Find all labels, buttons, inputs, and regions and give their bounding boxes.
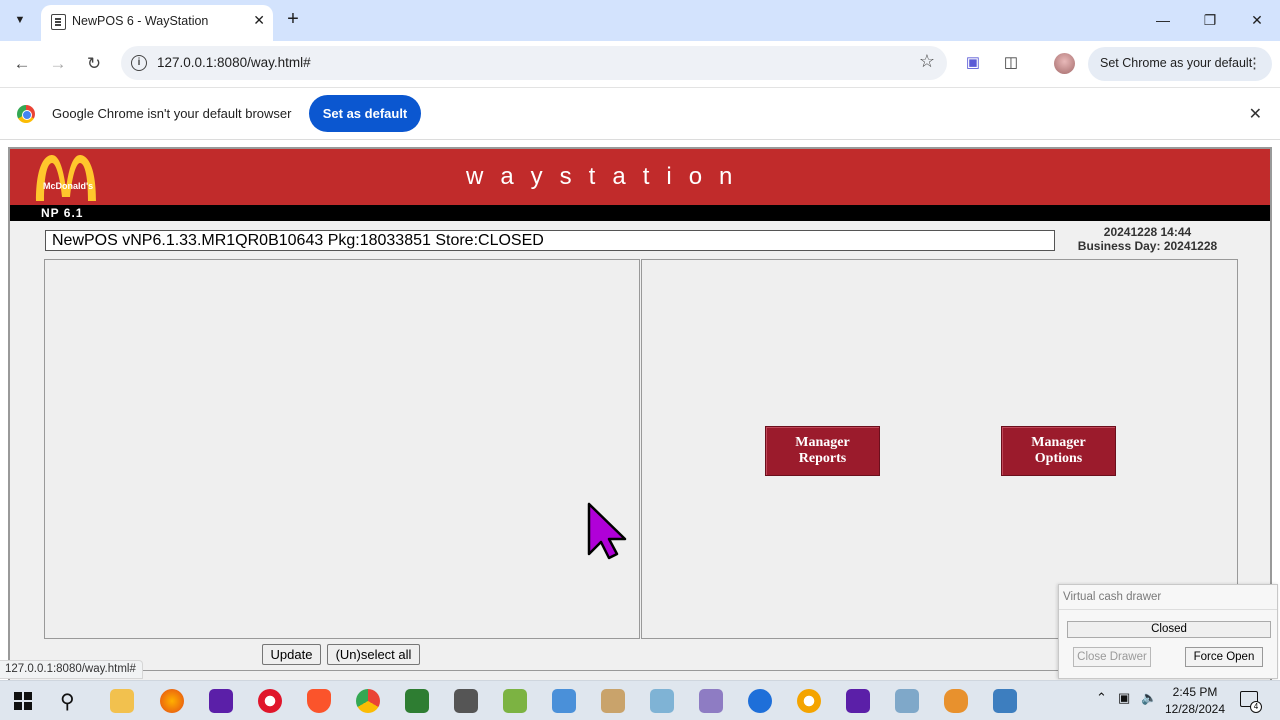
url-text[interactable]: 127.0.0.1:8080/way.html# (157, 55, 311, 70)
notification-badge: 4 (1250, 701, 1262, 713)
update-button[interactable]: Update (262, 644, 321, 665)
page-favicon-icon (51, 14, 66, 30)
windows-start-icon[interactable] (14, 692, 32, 710)
chrome-taskbar-icon[interactable] (356, 689, 380, 713)
profile-avatar[interactable] (1054, 53, 1075, 74)
set-chrome-default-label: Set Chrome as your default (1100, 56, 1253, 70)
infobar-message: Google Chrome isn't your default browser (52, 106, 292, 121)
link-status-url: 127.0.0.1:8080/way.html# (0, 660, 143, 679)
brave-icon[interactable] (307, 689, 331, 713)
close-drawer-button[interactable]: Close Drawer (1073, 647, 1151, 667)
window-app-icon[interactable] (993, 689, 1017, 713)
onenote-second-icon[interactable] (846, 689, 870, 713)
volume-icon[interactable]: 🔈 (1141, 690, 1157, 706)
banner-title: waystation (466, 163, 750, 190)
status-line-text: NewPOS vNP6.1.33.MR1QR0B10643 Pkg:180338… (52, 232, 544, 249)
extension-icon[interactable]: ▣ (963, 53, 983, 73)
tab-search-button[interactable]: ▼ (6, 7, 34, 33)
virtual-cash-drawer-window: Virtual cash drawer Closed Close Drawer … (1058, 584, 1278, 679)
menu-kebab-icon[interactable]: ⋮ (1247, 54, 1262, 72)
site-info-icon[interactable]: i (131, 55, 147, 71)
business-day: Business Day: 20241228 (1077, 239, 1218, 253)
windows-taskbar: ⚲ ⌃ ▣ 🔈 2:45 PM 12/28/2024 4 (0, 680, 1280, 720)
status-line-box: NewPOS vNP6.1.33.MR1QR0B10643 Pkg:180338… (45, 230, 1055, 251)
unselect-all-button[interactable]: (Un)select all (327, 644, 420, 665)
tray-chevron-up-icon[interactable]: ⌃ (1096, 690, 1107, 706)
search-icon[interactable]: ⚲ (60, 689, 84, 713)
taskbar-clock[interactable]: 2:45 PM 12/28/2024 (1160, 684, 1230, 718)
chrome-logo-icon (17, 105, 35, 123)
forward-arrow-icon[interactable]: → (45, 51, 71, 77)
file-explorer-icon[interactable] (110, 689, 134, 713)
opera-icon[interactable] (258, 689, 282, 713)
tab-close-icon[interactable]: ✕ (253, 12, 265, 29)
mouse-cursor-icon (587, 502, 627, 560)
new-tab-icon[interactable]: + (282, 8, 304, 32)
set-chrome-default-button[interactable]: Set Chrome as your default ⋮ (1088, 47, 1272, 81)
drawer-state: Closed (1067, 621, 1271, 638)
reload-icon[interactable]: ↻ (81, 51, 107, 77)
default-browser-infobar: Google Chrome isn't your default browser… (0, 87, 1280, 140)
onenote-icon[interactable] (209, 689, 233, 713)
date-block: 20241228 14:44 Business Day: 20241228 (1060, 225, 1235, 253)
puzzle-extensions-icon[interactable]: ◫ (1001, 53, 1021, 73)
browser-app-icon[interactable] (748, 689, 772, 713)
firefox-icon[interactable] (160, 689, 184, 713)
tab-title: NewPOS 6 - WayStation (72, 14, 209, 28)
infobar-close-icon[interactable]: ✕ (1249, 104, 1262, 124)
current-datetime: 20241228 14:44 (1103, 225, 1192, 239)
right-panel: Manager Reports Manager Options (641, 259, 1238, 639)
mascot-app-icon[interactable] (699, 689, 723, 713)
mcdonalds-logo-icon (36, 155, 96, 201)
force-open-button[interactable]: Force Open (1185, 647, 1263, 667)
back-arrow-icon[interactable]: ← (9, 51, 35, 77)
window-close-icon[interactable]: ✕ (1234, 8, 1280, 32)
network-tool-icon[interactable] (650, 689, 674, 713)
left-panel (44, 259, 640, 639)
logo-wordmark: McDonald's (43, 181, 94, 191)
clock-date: 12/28/2024 (1164, 702, 1226, 716)
docs-app-icon[interactable] (895, 689, 919, 713)
chevron-down-icon: ▼ (14, 14, 26, 26)
video-editor-icon[interactable] (454, 689, 478, 713)
version-bar: NP 6.1 (10, 205, 1270, 221)
nvidia-icon[interactable] (405, 689, 429, 713)
browser-tab[interactable]: NewPOS 6 - WayStation ✕ (41, 5, 273, 41)
cash-drawer-title: Virtual cash drawer (1063, 591, 1162, 603)
remote-app-icon[interactable] (552, 689, 576, 713)
food-app-icon[interactable] (944, 689, 968, 713)
utility-app-icon[interactable] (601, 689, 625, 713)
address-bar[interactable]: i 127.0.0.1:8080/way.html# ☆ (121, 46, 947, 80)
browser-tab-strip: ▼ NewPOS 6 - WayStation ✕ + — ❐ ✕ (0, 0, 1280, 41)
manager-reports-button[interactable]: Manager Reports (765, 426, 880, 476)
minimize-icon[interactable]: — (1140, 8, 1186, 32)
game-app-icon[interactable] (503, 689, 527, 713)
manager-options-button[interactable]: Manager Options (1001, 426, 1116, 476)
waystation-banner: McDonald's waystation (10, 149, 1270, 205)
media-app-icon[interactable] (797, 689, 821, 713)
np-version-label: NP 6.1 (41, 206, 84, 220)
browser-toolbar: ← → ↻ i 127.0.0.1:8080/way.html# ☆ ▣ ◫ S… (0, 41, 1280, 87)
bookmark-star-icon[interactable]: ☆ (919, 51, 935, 72)
clock-time: 2:45 PM (1172, 685, 1218, 699)
restore-icon[interactable]: ❐ (1187, 8, 1233, 32)
network-icon[interactable]: ▣ (1118, 690, 1130, 706)
divider (1059, 609, 1277, 610)
set-as-default-button[interactable]: Set as default (309, 95, 421, 132)
